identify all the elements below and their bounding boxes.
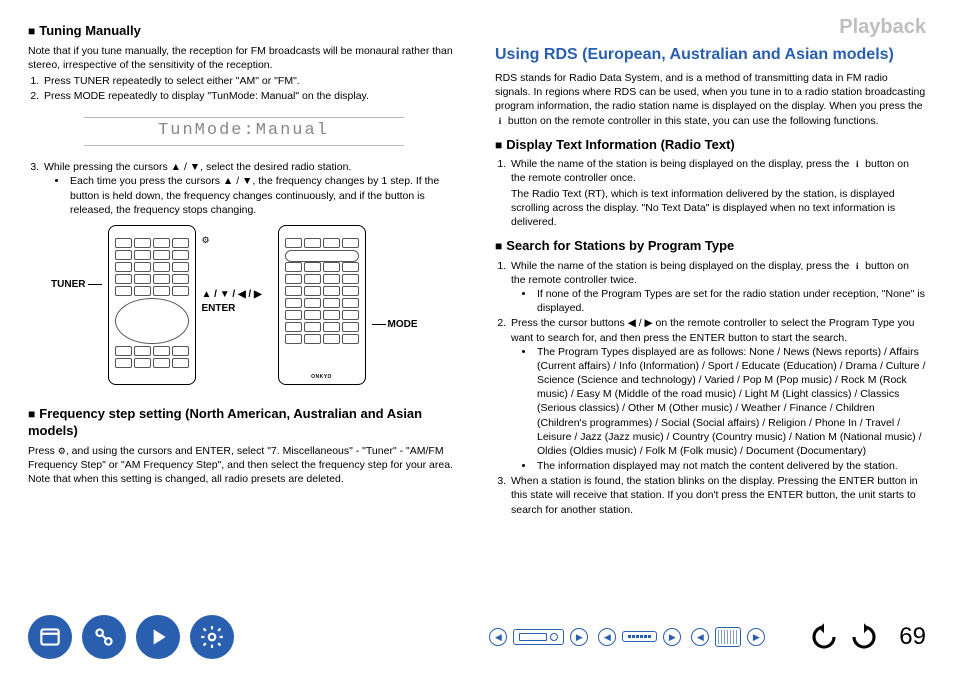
lcd-display: TunMode:Manual bbox=[84, 117, 404, 146]
remote-brand-label: ONKYO bbox=[279, 374, 365, 381]
search-step-2: Press the cursor buttons ◀ / ▶ on the re… bbox=[509, 316, 926, 473]
heading-radio-text: ■Display Text Information (Radio Text) bbox=[495, 136, 926, 154]
info-icon: i bbox=[852, 159, 862, 169]
rear-panel-link[interactable]: ◀ ▶ bbox=[598, 628, 681, 646]
tuning-note: Note that if you tune manually, the rece… bbox=[28, 44, 459, 72]
heading-frequency-step: ■Frequency step setting (North American,… bbox=[28, 405, 459, 440]
search-steps: While the name of the station is being d… bbox=[509, 259, 926, 517]
gear-inline-icon: ⚙ bbox=[58, 445, 66, 457]
play-icon[interactable] bbox=[136, 615, 180, 659]
front-panel-link[interactable]: ◀ ▶ bbox=[489, 628, 588, 646]
heading-search-program-type: ■Search for Stations by Program Type bbox=[495, 237, 926, 255]
tuning-step-3-bullet: Each time you press the cursors ▲ / ▼, t… bbox=[68, 174, 459, 217]
gear-icon[interactable] bbox=[190, 615, 234, 659]
book-icon[interactable] bbox=[28, 615, 72, 659]
tuning-step-1: Press TUNER repeatedly to select either … bbox=[42, 74, 459, 88]
radio-text-step-1: While the name of the station is being d… bbox=[509, 157, 926, 229]
search-step-3: When a station is found, the station bli… bbox=[509, 474, 926, 517]
cables-icon[interactable] bbox=[82, 615, 126, 659]
search-step-1-bullet: If none of the Program Types are set for… bbox=[535, 287, 926, 315]
search-step-2-bullet-1: The Program Types displayed are as follo… bbox=[535, 345, 926, 458]
heading-rds: Using RDS (European, Australian and Asia… bbox=[495, 45, 926, 65]
remote-illustration: TUNER bbox=[28, 225, 459, 395]
tuning-step-2: Press MODE repeatedly to display "TunMod… bbox=[42, 89, 459, 103]
rds-body: RDS stands for Radio Data System, and is… bbox=[495, 71, 926, 128]
callout-mode: MODE bbox=[388, 318, 458, 332]
forward-arrow-icon[interactable] bbox=[849, 622, 879, 652]
remote-front bbox=[108, 225, 196, 385]
remote-link[interactable]: ◀ ▶ bbox=[691, 627, 765, 647]
gear-small-icon: ⚙ bbox=[202, 234, 210, 246]
info-icon: i bbox=[852, 261, 862, 271]
page-number: 69 bbox=[899, 621, 926, 653]
back-arrow-icon[interactable] bbox=[809, 622, 839, 652]
frequency-step-body: Press ⚙, and using the cursors and ENTER… bbox=[28, 444, 459, 487]
radio-text-steps: While the name of the station is being d… bbox=[509, 157, 926, 229]
search-step-2-bullet-2: The information displayed may not match … bbox=[535, 459, 926, 473]
info-icon: i bbox=[495, 116, 505, 126]
callout-arrows-enter: ▲ / ▼ / ◀ / ▶ENTER bbox=[202, 288, 272, 315]
callout-tuner: TUNER bbox=[30, 278, 86, 292]
breadcrumb: Playback bbox=[495, 14, 926, 41]
tuning-steps-list: Press TUNER repeatedly to select either … bbox=[42, 74, 459, 103]
remote-back: ONKYO bbox=[278, 225, 366, 385]
tuning-step-3: While pressing the cursors ▲ / ▼, select… bbox=[42, 160, 459, 217]
footer-nav: ◀ ▶ ◀ ▶ ◀ ▶ 69 bbox=[28, 608, 926, 666]
search-step-1: While the name of the station is being d… bbox=[509, 259, 926, 316]
heading-tuning-manually: ■Tuning Manually bbox=[28, 22, 459, 40]
tuning-steps-list-cont: While pressing the cursors ▲ / ▼, select… bbox=[42, 160, 459, 217]
